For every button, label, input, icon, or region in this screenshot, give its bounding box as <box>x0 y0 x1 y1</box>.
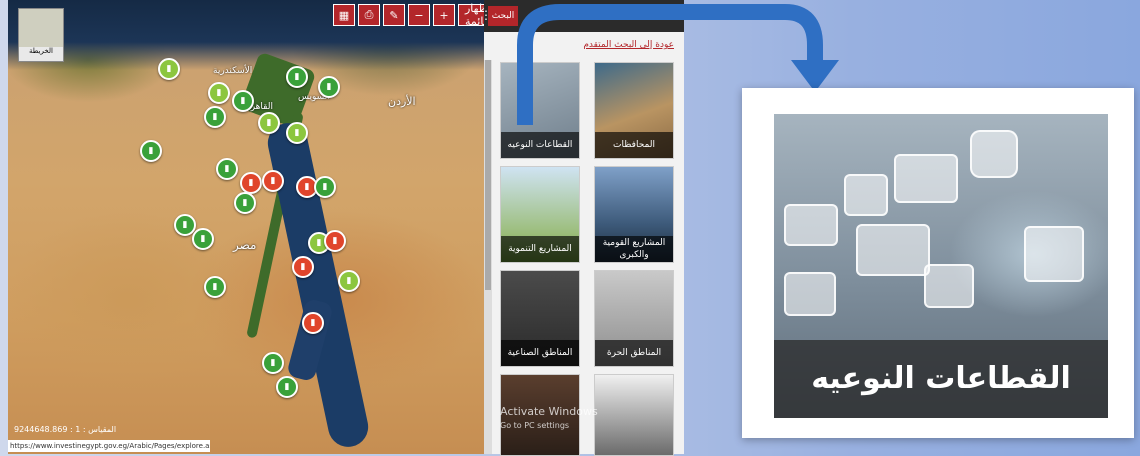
map-marker[interactable]: ▮ <box>302 312 324 334</box>
chart-card <box>784 204 838 246</box>
sectors-image: القطاعات النوعيه <box>774 114 1108 418</box>
map-marker[interactable]: ▮ <box>232 90 254 112</box>
tile-development-projects[interactable]: المشاريع التنموية <box>500 166 580 263</box>
zoomed-tile-preview: القطاعات النوعيه <box>742 88 1134 438</box>
status-bar-url: https://www.investinegypt.gov.eg/Arabic/… <box>8 440 210 452</box>
map-marker[interactable]: ▮ <box>208 82 230 104</box>
zoom-in-button[interactable]: + <box>433 4 455 26</box>
map-marker[interactable]: ▮ <box>318 76 340 98</box>
grid-icon[interactable]: ▦ <box>333 4 355 26</box>
map-marker[interactable]: ▮ <box>258 112 280 134</box>
minimap-label: الخريطة <box>29 47 53 55</box>
zoomed-caption-bar: القطاعات النوعيه <box>774 340 1108 418</box>
map-marker[interactable]: ▮ <box>216 158 238 180</box>
minimap-thumbnail[interactable]: الخريطة <box>18 8 64 62</box>
map-marker[interactable]: ▮ <box>158 58 180 80</box>
map-marker[interactable]: ▮ <box>240 172 262 194</box>
chart-card <box>894 154 958 203</box>
map-marker[interactable]: ▮ <box>204 276 226 298</box>
map-marker[interactable]: ▮ <box>262 352 284 374</box>
tile-label: المناطق الصناعية <box>501 340 579 366</box>
map-marker[interactable]: ▮ <box>276 376 298 398</box>
activate-windows-watermark: Activate Windows Go to PC settings <box>500 405 620 433</box>
zoomed-caption: القطاعات النوعيه <box>811 361 1071 396</box>
tile-label: المشاريع القومية والكبرى <box>595 236 673 262</box>
map-toolbar: ▦ ⎙ ✎ − + إظهار القائمة <box>333 2 484 28</box>
zoom-out-button[interactable]: − <box>408 4 430 26</box>
map-marker[interactable]: ▮ <box>262 170 284 192</box>
scrollbar-thumb[interactable] <box>485 60 491 290</box>
map-marker[interactable]: ▮ <box>286 122 308 144</box>
tab-search[interactable]: البحث <box>488 6 518 26</box>
chart-card <box>856 224 930 276</box>
map-marker[interactable]: ▮ <box>204 106 226 128</box>
chart-card <box>924 264 974 308</box>
map-label-egypt: مصر <box>233 238 257 252</box>
map-marker[interactable]: ▮ <box>192 228 214 250</box>
map-marker[interactable]: ▮ <box>234 192 256 214</box>
watermark-subtitle: Go to PC settings <box>500 421 570 430</box>
tile-label: المناطق الحرة <box>595 340 673 366</box>
chart-card <box>970 130 1018 178</box>
chart-card <box>784 272 836 316</box>
tile-industrial-zones[interactable]: المناطق الصناعية <box>500 270 580 367</box>
map-label-jordan: الأردن <box>388 95 416 108</box>
map-label-alex: الأسكندرية <box>213 66 253 76</box>
map-marker[interactable]: ▮ <box>324 230 346 252</box>
watermark-title: Activate Windows <box>500 405 598 418</box>
map-marker[interactable]: ▮ <box>140 140 162 162</box>
draw-icon[interactable]: ✎ <box>383 4 405 26</box>
map-marker[interactable]: ▮ <box>338 270 360 292</box>
chart-card <box>1024 226 1084 282</box>
map-marker[interactable]: ▮ <box>314 176 336 198</box>
map-marker[interactable]: ▮ <box>292 256 314 278</box>
map-scale: المقياس : 1 : 9244648.869 <box>14 425 117 434</box>
tile-label: المشاريع التنموية <box>501 236 579 262</box>
map-marker[interactable]: ▮ <box>286 66 308 88</box>
map-view[interactable]: الخريطة الأسكندرية مصر الأردن القاهرة ال… <box>8 0 484 454</box>
print-icon[interactable]: ⎙ <box>358 4 380 26</box>
panel-scrollbar[interactable] <box>484 60 492 454</box>
tile-free-zones[interactable]: المناطق الحرة <box>594 270 674 367</box>
tile-national-projects[interactable]: المشاريع القومية والكبرى <box>594 166 674 263</box>
chart-card <box>844 174 888 216</box>
